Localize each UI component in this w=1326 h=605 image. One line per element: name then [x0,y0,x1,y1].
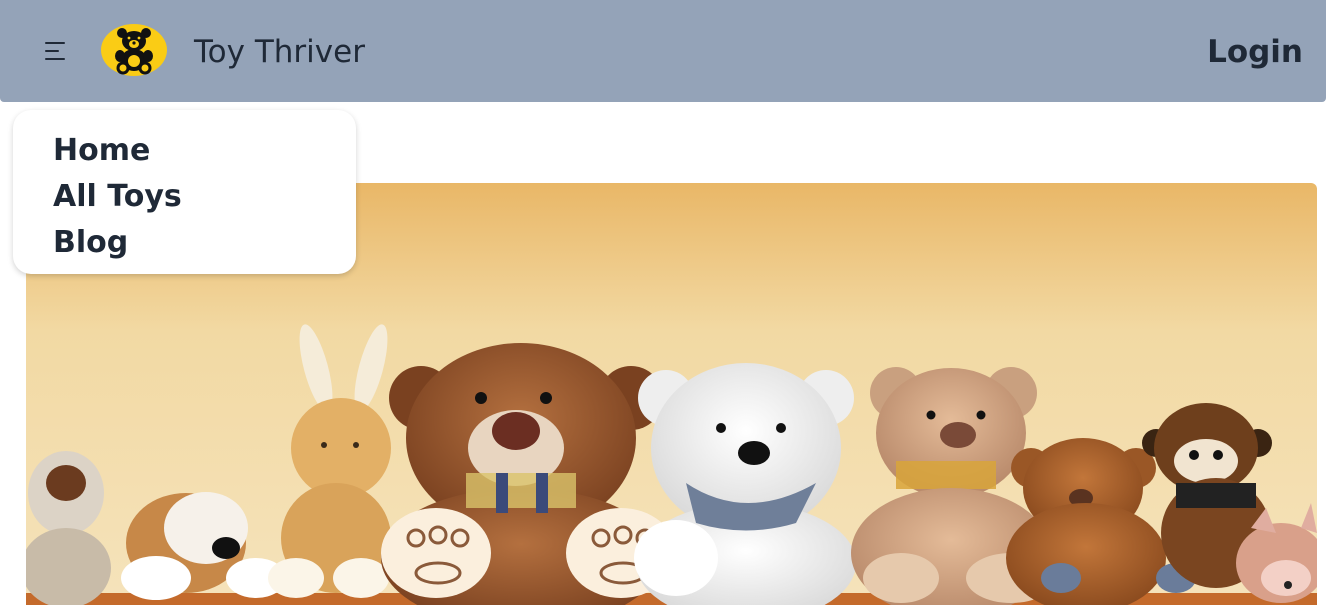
menu-item-blog[interactable]: Blog [53,220,316,266]
teddy-bear-logo[interactable] [100,23,168,77]
navigation-dropdown-menu: Home All Toys Blog [13,110,356,274]
brand-title[interactable]: Toy Thriver [194,31,365,73]
login-button[interactable]: Login [1207,31,1303,73]
menu-item-all-toys[interactable]: All Toys [53,174,316,220]
menu-item-home[interactable]: Home [53,128,316,174]
hamburger-menu-icon[interactable] [40,38,72,66]
navbar: Toy Thriver Login [0,0,1326,102]
